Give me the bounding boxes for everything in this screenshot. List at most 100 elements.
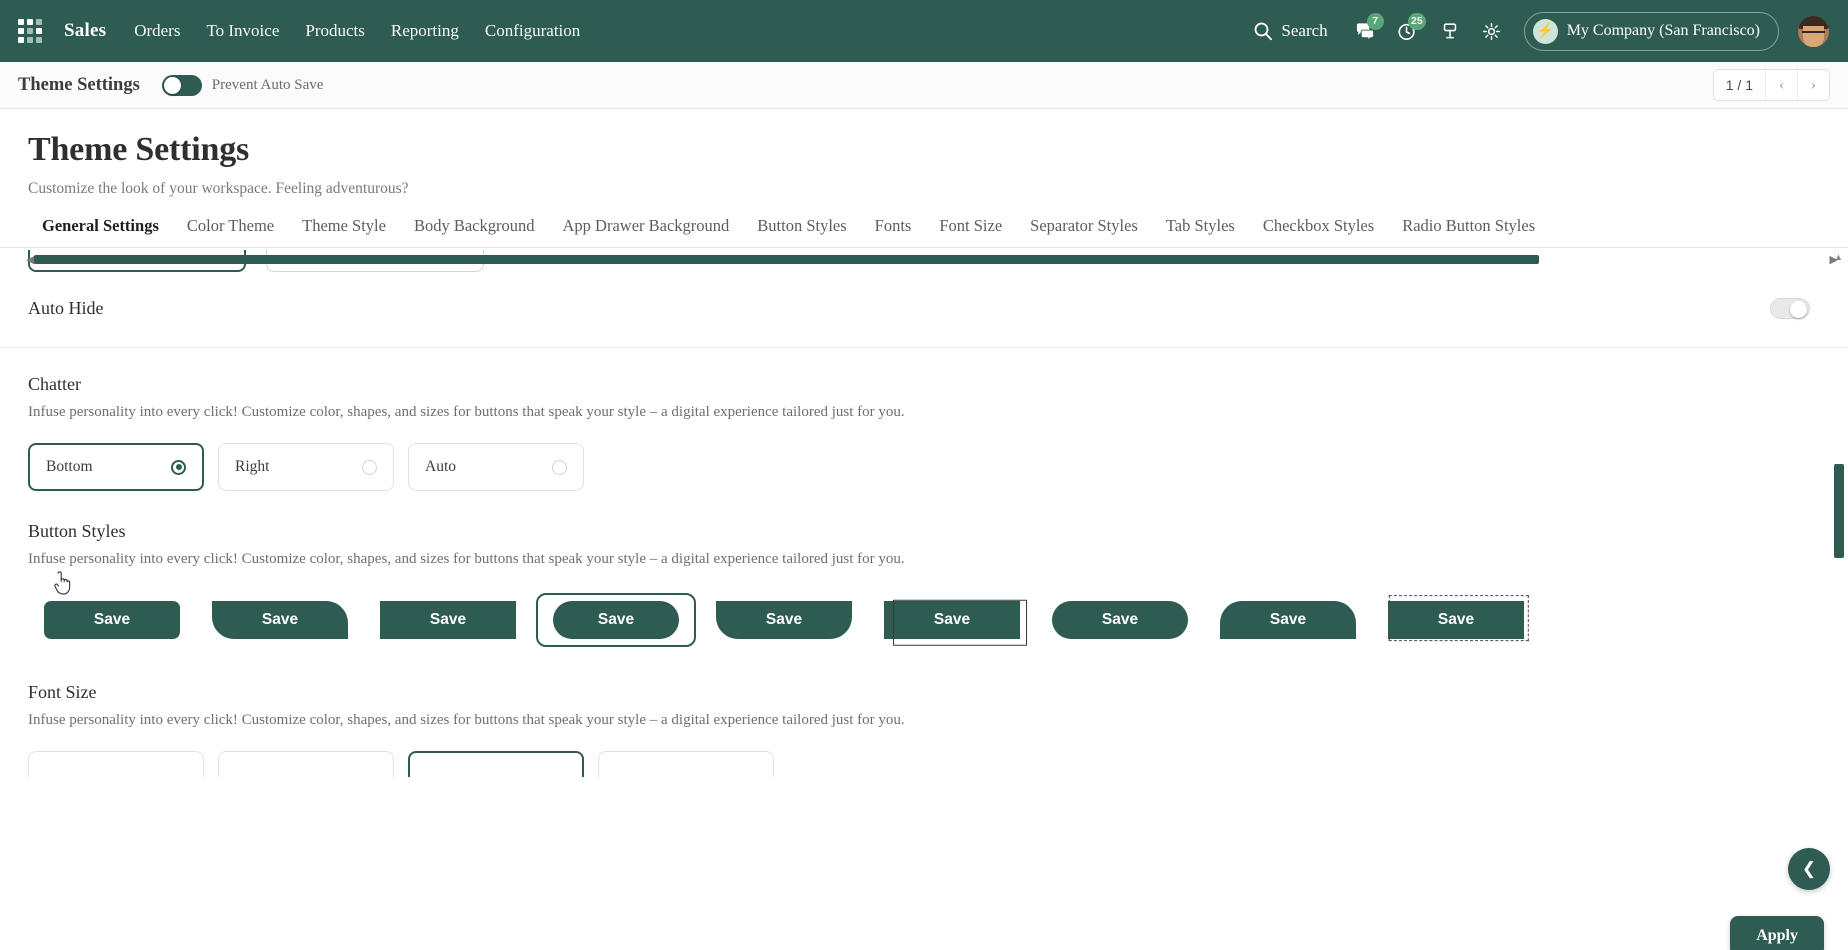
clipped-option-row — [0, 250, 1848, 272]
tab-tab-styles[interactable]: Tab Styles — [1152, 216, 1249, 247]
page-subtitle: Customize the look of your workspace. Fe… — [28, 180, 409, 197]
clipped-option-card[interactable] — [266, 250, 484, 272]
font-size-heading: Font Size — [28, 682, 97, 702]
offset-frame — [893, 599, 1028, 646]
tab-app-drawer-background[interactable]: App Drawer Background — [549, 216, 744, 247]
font-size-option-1[interactable] — [28, 751, 204, 777]
settings-scroll-region: ◀ ▶ Auto Hide Chatter Infuse personality… — [0, 248, 1848, 914]
auto-hide-label: Auto Hide — [28, 298, 104, 318]
chatter-heading: Chatter — [28, 374, 81, 394]
activities-button[interactable]: 25 — [1388, 11, 1428, 51]
pager-count: 1 / 1 — [1725, 77, 1753, 93]
vertical-scrollbar[interactable]: ▲ — [1833, 248, 1844, 914]
search-button[interactable]: Search — [1253, 21, 1328, 41]
font-size-option-3-selected[interactable] — [408, 751, 584, 777]
dashed-frame — [1388, 595, 1529, 642]
messages-button[interactable]: 7 — [1346, 11, 1386, 51]
tab-radio-button-styles[interactable]: Radio Button Styles — [1388, 216, 1549, 247]
button-style-option-9[interactable]: Save — [1372, 592, 1540, 648]
auto-hide-toggle[interactable] — [1770, 298, 1810, 319]
tab-checkbox-styles[interactable]: Checkbox Styles — [1249, 216, 1388, 247]
button-style-option-5[interactable]: Save — [700, 592, 868, 648]
company-name: My Company (San Francisco) — [1566, 22, 1760, 39]
chatter-option-right[interactable]: Right — [218, 443, 394, 491]
tab-button-styles[interactable]: Button Styles — [743, 216, 860, 247]
button-styles-section: Button Styles Infuse personality into ev… — [0, 491, 1848, 648]
font-size-option-4[interactable] — [598, 751, 774, 777]
chatter-options: Bottom Right Auto — [28, 443, 1820, 491]
toggle-knob — [163, 76, 181, 94]
nav-item-to-invoice[interactable]: To Invoice — [206, 21, 279, 41]
button-style-option-1[interactable]: Save — [28, 592, 196, 648]
user-avatar[interactable] — [1797, 14, 1830, 48]
font-size-description: Infuse personality into every click! Cus… — [28, 712, 905, 728]
gear-icon — [1483, 22, 1501, 40]
messages-badge: 7 — [1366, 13, 1384, 30]
tab-font-size[interactable]: Font Size — [925, 216, 1016, 247]
nav-item-configuration[interactable]: Configuration — [485, 21, 580, 41]
font-size-section: Font Size Infuse personality into every … — [0, 648, 1848, 777]
button-style-option-8[interactable]: Save — [1204, 592, 1372, 648]
form-sheet: Theme Settings Customize the look of you… — [0, 109, 1848, 950]
clipped-option-card-selected[interactable] — [28, 250, 246, 272]
bolt-icon: ⚡ — [1532, 18, 1558, 44]
tab-body-background[interactable]: Body Background — [400, 216, 549, 247]
vertical-scrollbar-thumb[interactable] — [1834, 464, 1844, 558]
selection-frame — [536, 593, 696, 647]
auto-hide-row: Auto Hide — [0, 272, 1848, 347]
button-style-option-7[interactable]: Save — [1036, 592, 1204, 648]
breadcrumb-bar: Theme Settings Prevent Auto Save 1 / 1 ‹… — [0, 62, 1848, 109]
font-size-option-2[interactable] — [218, 751, 394, 777]
save-button-sample[interactable]: Save — [44, 601, 180, 639]
tab-separator-styles[interactable]: Separator Styles — [1016, 216, 1152, 247]
save-button-sample[interactable]: Save — [716, 601, 852, 639]
search-icon — [1255, 22, 1273, 41]
save-button-sample[interactable]: Save — [380, 601, 516, 639]
company-switcher[interactable]: ⚡ My Company (San Francisco) — [1523, 11, 1779, 51]
button-styles-heading: Button Styles — [28, 521, 126, 541]
brand-sales[interactable]: Sales — [64, 20, 106, 42]
tab-general-settings[interactable]: General Settings — [28, 216, 173, 247]
chatter-section: Chatter Infuse personality into every cl… — [0, 348, 1848, 491]
button-style-option-2[interactable]: Save — [196, 592, 364, 648]
prevent-auto-save-toggle[interactable] — [161, 74, 202, 96]
scroll-up-arrow-icon[interactable]: ▲ — [1834, 252, 1843, 262]
top-navbar: Sales Orders To Invoice Products Reporti… — [0, 0, 1848, 62]
bug-icon — [1443, 23, 1456, 39]
debug-button[interactable] — [1430, 11, 1470, 51]
search-label: Search — [1281, 21, 1328, 40]
breadcrumb-title: Theme Settings — [18, 74, 140, 95]
button-style-option-3[interactable]: Save — [364, 592, 532, 648]
chatter-option-bottom[interactable]: Bottom — [28, 443, 204, 491]
button-style-option-4-selected[interactable]: Save — [532, 592, 700, 648]
collapse-panel-button[interactable]: ❮ — [1788, 848, 1830, 890]
save-button-sample[interactable]: Save — [212, 601, 348, 639]
save-button-sample[interactable]: Save — [1052, 601, 1188, 639]
save-button-sample[interactable]: Save — [1220, 601, 1356, 639]
chatter-option-auto[interactable]: Auto — [408, 443, 584, 491]
apply-button[interactable]: Apply — [1730, 916, 1824, 950]
option-label: Auto — [425, 458, 456, 475]
nav-item-reporting[interactable]: Reporting — [391, 21, 459, 41]
option-label: Bottom — [46, 458, 93, 475]
settings-button[interactable] — [1472, 11, 1512, 51]
page-header: Theme Settings Customize the look of you… — [0, 109, 1848, 198]
radio-dot — [362, 459, 377, 475]
tab-theme-style[interactable]: Theme Style — [288, 216, 400, 247]
button-style-option-6[interactable]: Save — [868, 592, 1036, 648]
record-pager: 1 / 1 ‹ › — [1712, 69, 1830, 101]
pager-next-button[interactable]: › — [1797, 70, 1829, 100]
nav-item-products[interactable]: Products — [305, 21, 365, 41]
button-styles-description: Infuse personality into every click! Cus… — [28, 551, 905, 567]
chatter-description: Infuse personality into every click! Cus… — [28, 404, 905, 420]
page-title: Theme Settings — [28, 131, 250, 168]
font-size-options — [28, 751, 1820, 777]
prevent-auto-save-label: Prevent Auto Save — [211, 76, 324, 93]
tab-color-theme[interactable]: Color Theme — [173, 216, 288, 247]
tab-fonts[interactable]: Fonts — [861, 216, 926, 247]
nav-item-orders[interactable]: Orders — [134, 21, 180, 41]
apps-grid-icon[interactable] — [18, 19, 42, 43]
button-styles-gallery: Save Save Save Save Save Save Save Save … — [28, 592, 1820, 648]
radio-dot — [552, 459, 567, 475]
pager-previous-button[interactable]: ‹ — [1765, 70, 1797, 100]
